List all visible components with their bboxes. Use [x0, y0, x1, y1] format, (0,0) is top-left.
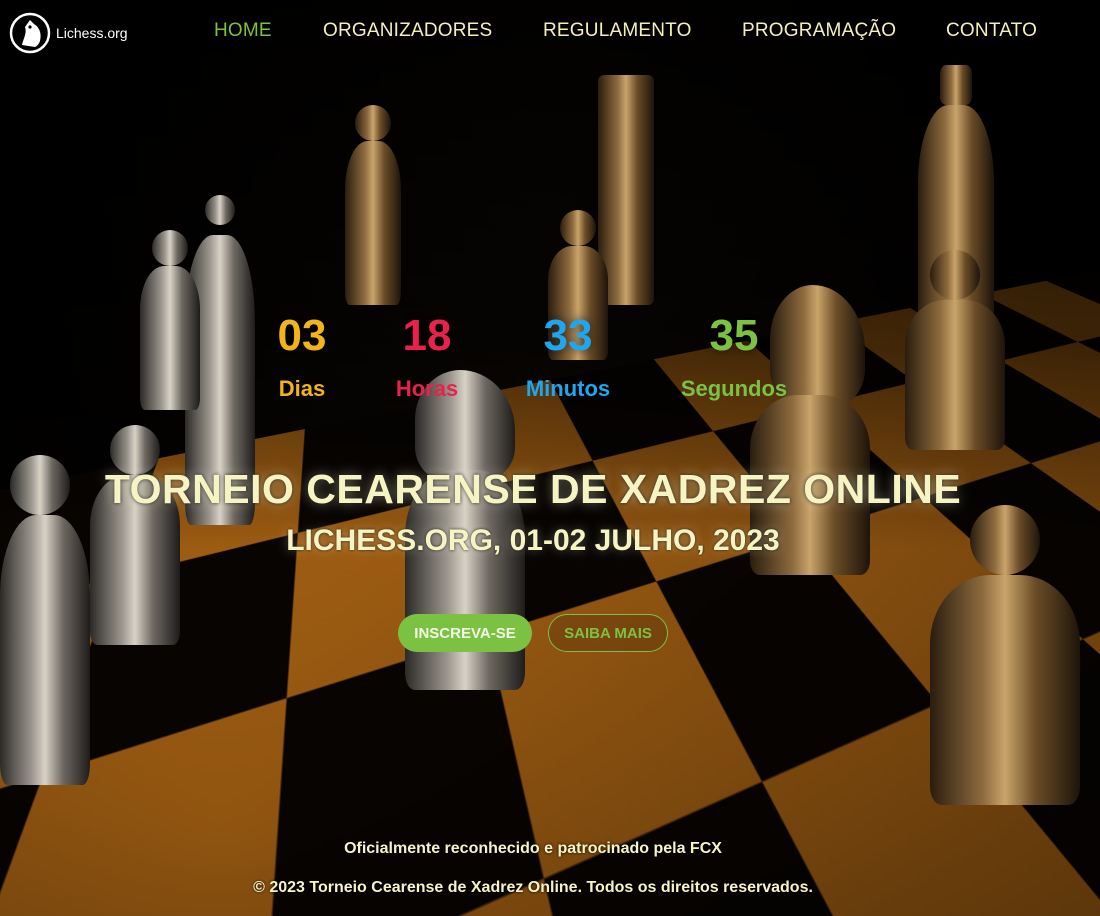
countdown-hours: 18 Horas [381, 312, 473, 402]
nav-programacao[interactable]: PROGRAMAÇÃO [742, 20, 896, 42]
countdown-hours-value: 18 [402, 311, 452, 360]
countdown-minutes: 33 Minutos [512, 312, 624, 402]
main-nav: HOME ORGANIZADORES REGULAMENTO PROGRAMAÇ… [0, 20, 1100, 44]
nav-contato[interactable]: CONTATO [946, 20, 1037, 42]
register-button[interactable]: INSCREVA-SE [398, 614, 532, 652]
site-header: Lichess.org HOME ORGANIZADORES REGULAMEN… [0, 0, 1100, 64]
countdown-seconds: 35 Segundos [670, 312, 798, 402]
gold-pawn-right [905, 250, 1005, 450]
nav-home[interactable]: HOME [214, 20, 272, 42]
copyright-text: © 2023 Torneio Cearense de Xadrez Online… [253, 879, 813, 896]
hero-title: TORNEIO CEARENSE DE XADREZ ONLINE [104, 466, 962, 512]
hero-subtitle: LICHESS.ORG, 01-02 JULHO, 2023 [286, 524, 780, 557]
countdown-minutes-value: 33 [543, 311, 593, 360]
hero-background [0, 0, 1100, 916]
learn-more-button[interactable]: SAIBA MAIS [548, 614, 668, 652]
nav-regulamento[interactable]: REGULAMENTO [543, 20, 692, 42]
countdown-days-label: Dias [278, 376, 326, 401]
countdown-hours-label: Horas [395, 376, 459, 401]
nav-organizadores[interactable]: ORGANIZADORES [323, 20, 492, 42]
countdown-days: 03 Dias [262, 312, 342, 402]
countdown-days-value: 03 [277, 311, 327, 360]
countdown-minutes-label: Minutos [525, 376, 611, 401]
gold-pawn-back-1 [345, 105, 401, 305]
sponsor-note: Oficialmente reconhecido e patrocinado p… [344, 840, 722, 857]
countdown-seconds-label: Segundos [680, 376, 788, 401]
silver-pawn-back [140, 230, 200, 410]
countdown-seconds-value: 35 [709, 311, 759, 360]
